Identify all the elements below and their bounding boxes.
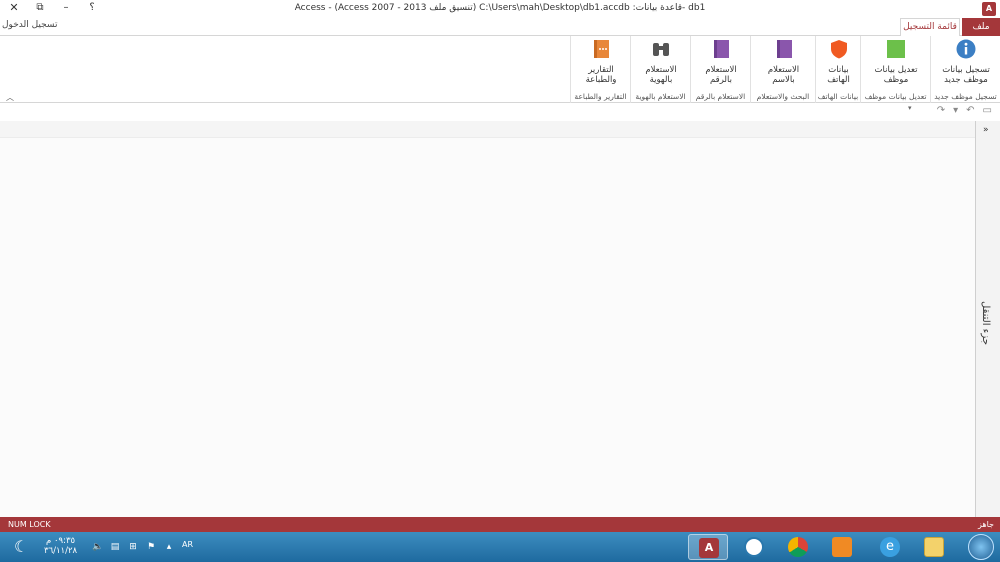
chrome-icon [788,537,808,557]
undo-icon[interactable]: ↶ [966,105,974,116]
binoculars-icon [653,43,669,56]
reports-printing-button[interactable]: التقارير والطباعة [574,39,628,85]
clock-date: ٣٦/١١/٢٨ [44,546,78,556]
status-bar: NUM LOCK جاهز [0,517,1000,532]
action-center-icon[interactable]: ⚑ [146,542,156,552]
clock-time: ٠٩:٣٥ م [46,536,76,546]
ribbon: تسجيل بيانات موظف جديد تسجيل موظف جديد ت… [0,36,1000,103]
volume-icon[interactable]: 🔈 [92,542,103,552]
group-label: تسجيل موظف جديد [934,92,997,101]
group-query-by-number: الاستعلام بالرقم الاستعلام بالرقم [690,36,750,103]
qat-icons: ↷ ▾ ↶ ▭ [937,105,992,116]
reports-printing-label: التقارير والطباعة [585,65,617,85]
query-by-id-label: الاستعلام بالهوية [645,65,677,85]
internet-explorer-icon: e [880,537,900,557]
quick-access-toolbar: ↷ ▾ ↶ ▭ [0,103,1000,121]
taskbar: ☾ ٠٩:٣٥ م ٣٦/١١/٢٨ 🔈 ▤ ⊞ ⚑ ▴ AR A e [0,532,1000,562]
num-lock-status: NUM LOCK [8,520,51,529]
new-employee-button[interactable]: تسجيل بيانات موظف جديد [936,39,996,85]
purple-book-icon [714,40,729,58]
taskbar-explorer[interactable] [914,534,954,560]
language-indicator[interactable]: AR [182,540,193,549]
customize-qat-icon[interactable]: ▾ [908,104,912,112]
group-reports-printing: التقارير والطباعة التقارير والطباعة [570,36,630,103]
shield-icon [830,40,847,59]
query-by-name-label: الاستعلام بالاسم [767,65,800,85]
media-player-icon [832,537,852,557]
edit-employee-label: تعديل بيانات موظف [874,65,918,85]
green-square-icon [887,40,905,58]
tab-file[interactable]: ملف [962,18,1000,36]
title-bar: ✕ ⧉ – ؟ Access - (Access 2007 - 2013 تنس… [0,0,1000,18]
query-by-id-button[interactable]: الاستعلام بالهوية [634,39,688,85]
taskbar-chrome[interactable] [778,534,818,560]
ribbon-tabs: تسجيل الدخول قائمة التسجيل ملف [0,18,1000,37]
system-tray: ☾ ٠٩:٣٥ م ٣٦/١١/٢٨ 🔈 ▤ ⊞ ⚑ ▴ AR [8,536,208,558]
main-work-area [0,138,975,517]
group-query-by-id: الاستعلام بالهوية الاستعلام بالهوية [630,36,690,103]
group-label: الاستعلام بالهوية [635,92,686,101]
tab-registration-menu[interactable]: قائمة التسجيل [900,18,960,37]
moon-icon: ☾ [14,537,29,556]
group-phone-data: بيانات الهاتف بيانات الهاتف [815,36,860,103]
edit-employee-button[interactable]: تعديل بيانات موظف [866,39,926,85]
save-icon[interactable]: ▭ [983,105,992,116]
query-by-number-label: الاستعلام بالرقم [705,65,737,85]
navigation-pane[interactable]: » جزء التنقل [975,121,1000,517]
pointer-icon [744,537,764,557]
group-label: بيانات الهاتف [817,92,859,101]
group-edit-employee: تعديل بيانات موظف تعديل بيانات موظف [860,36,930,103]
phone-data-button[interactable]: بيانات الهاتف [819,39,858,85]
ready-status: جاهز [977,520,994,529]
nav-pane-toggle-icon[interactable]: » [983,125,989,135]
collapse-ribbon-icon[interactable]: ︿ [6,92,14,103]
network-icon[interactable]: ▤ [110,542,120,552]
show-hidden-icons-icon[interactable]: ▴ [164,542,174,552]
access-icon: A [699,538,719,558]
group-label: التقارير والطباعة [574,92,627,101]
start-button[interactable] [968,534,994,560]
orange-book-icon [594,40,609,58]
taskbar-ie[interactable]: e [870,534,910,560]
group-label: الاستعلام بالرقم [695,92,746,101]
filter-strip [0,121,975,138]
purple-book-icon [776,40,792,58]
group-search-query: الاستعلام بالاسم البحث والاستعلام [750,36,815,103]
taskbar-access[interactable]: A [688,534,728,560]
access-app-icon[interactable]: A [982,2,996,16]
taskbar-pointer-app[interactable] [734,534,774,560]
folder-icon [924,537,944,557]
nav-pane-label: جزء التنقل [980,301,991,346]
window-title: Access - (Access 2007 - 2013 تنسيق ملف) … [294,3,706,13]
redo-icon[interactable]: ↷ [937,105,945,116]
signin-link[interactable]: تسجيل الدخول [2,20,57,30]
undo-dropdown-icon[interactable]: ▾ [953,105,958,116]
windows-flag-icon[interactable]: ⊞ [128,542,138,552]
query-by-name-button[interactable]: الاستعلام بالاسم [756,39,811,85]
new-employee-label: تسجيل بيانات موظف جديد [942,65,990,85]
query-by-number-button[interactable]: الاستعلام بالرقم [694,39,748,85]
group-new-employee: تسجيل بيانات موظف جديد تسجيل موظف جديد [930,36,1000,103]
info-icon [956,39,976,59]
group-label: البحث والاستعلام [756,92,810,101]
clock[interactable]: ٠٩:٣٥ م ٣٦/١١/٢٨ [44,536,77,556]
phone-data-label: بيانات الهاتف [827,65,850,85]
group-label: تعديل بيانات موظف [864,92,927,101]
taskbar-media-player[interactable] [822,534,862,560]
